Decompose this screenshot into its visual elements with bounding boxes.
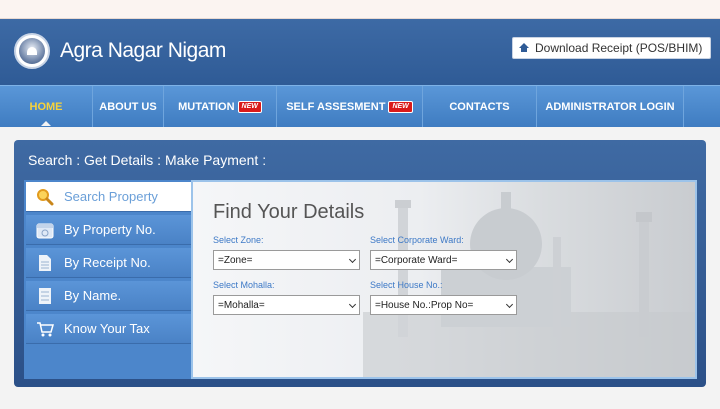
menu-by-name[interactable]: By Name. (26, 281, 191, 311)
nav-about-label: ABOUT US (99, 100, 157, 113)
house-label: Select House No.: (370, 280, 443, 290)
find-details-area: Find Your Details Select Zone: =Zone= Se… (191, 180, 697, 379)
chevron-down-icon (348, 255, 357, 264)
cart-icon (37, 322, 54, 337)
zone-label: Select Zone: (213, 235, 264, 245)
document-icon (39, 255, 51, 271)
main-nav: HOME ABOUT US MUTATION NEW SELF ASSESMENT… (0, 85, 720, 127)
menu-item-label: Search Property (64, 189, 158, 204)
nav-contacts-label: CONTACTS (449, 100, 510, 113)
menu-by-receipt-no[interactable]: By Receipt No. (26, 248, 191, 278)
search-icon (37, 189, 54, 206)
active-nav-caret (41, 121, 51, 126)
seal-icon (19, 38, 45, 64)
site-header: Agra Nagar Nigam Download Receipt (POS/B… (0, 19, 720, 85)
house-select-value: =House No.:Prop No= (375, 299, 474, 311)
page-footer-space (0, 387, 720, 409)
ward-select-value: =Corporate Ward= (375, 254, 458, 266)
nav-home-label: HOME (29, 100, 63, 113)
download-receipt-label: Download Receipt (POS/BHIM) (535, 41, 703, 55)
nav-administrator-login[interactable]: ADMINISTRATOR LOGIN (537, 86, 684, 127)
ward-label: Select Corporate Ward: (370, 235, 464, 245)
site-logo[interactable] (14, 33, 50, 69)
new-badge: NEW (237, 100, 262, 113)
nav-mutation[interactable]: MUTATION NEW (164, 86, 277, 127)
nav-admin-label: ADMINISTRATOR LOGIN (545, 100, 675, 113)
menu-know-your-tax[interactable]: Know Your Tax (26, 314, 191, 344)
nav-mutation-label: MUTATION (178, 100, 235, 113)
house-select[interactable]: =House No.:Prop No= (370, 295, 517, 315)
ward-select[interactable]: =Corporate Ward= (370, 250, 517, 270)
nav-about-us[interactable]: ABOUT US (93, 86, 164, 127)
zone-select[interactable]: =Zone= (213, 250, 360, 270)
menu-item-label: Know Your Tax (64, 321, 150, 336)
new-badge: NEW (388, 100, 413, 113)
site-title: Agra Nagar Nigam (60, 39, 226, 62)
chevron-down-icon (348, 300, 357, 309)
menu-item-label: By Receipt No. (64, 255, 151, 270)
mohalla-select[interactable]: =Mohalla= (213, 295, 360, 315)
list-icon (39, 288, 51, 304)
download-receipt-button[interactable]: Download Receipt (POS/BHIM) (512, 37, 711, 59)
mohalla-label: Select Mohalla: (213, 280, 275, 290)
calendar-icon (36, 223, 54, 239)
mohalla-select-value: =Mohalla= (218, 299, 265, 311)
search-menu: Search Property By Property No. By Recei… (24, 180, 191, 379)
find-details-title: Find Your Details (213, 201, 365, 223)
panel-title: Search : Get Details : Make Payment : (28, 152, 267, 168)
menu-by-property-no[interactable]: By Property No. (26, 215, 191, 245)
chevron-down-icon (505, 300, 514, 309)
nav-self-assesment[interactable]: SELF ASSESMENT NEW (277, 86, 423, 127)
home-icon (519, 43, 530, 53)
nav-self-assesment-label: SELF ASSESMENT (286, 100, 386, 113)
menu-item-label: By Name. (64, 288, 122, 303)
nav-contacts[interactable]: CONTACTS (423, 86, 537, 127)
menu-search-property[interactable]: Search Property (26, 182, 191, 212)
top-strip (0, 0, 720, 19)
chevron-down-icon (505, 255, 514, 264)
menu-item-label: By Property No. (64, 222, 156, 237)
zone-select-value: =Zone= (218, 254, 253, 266)
